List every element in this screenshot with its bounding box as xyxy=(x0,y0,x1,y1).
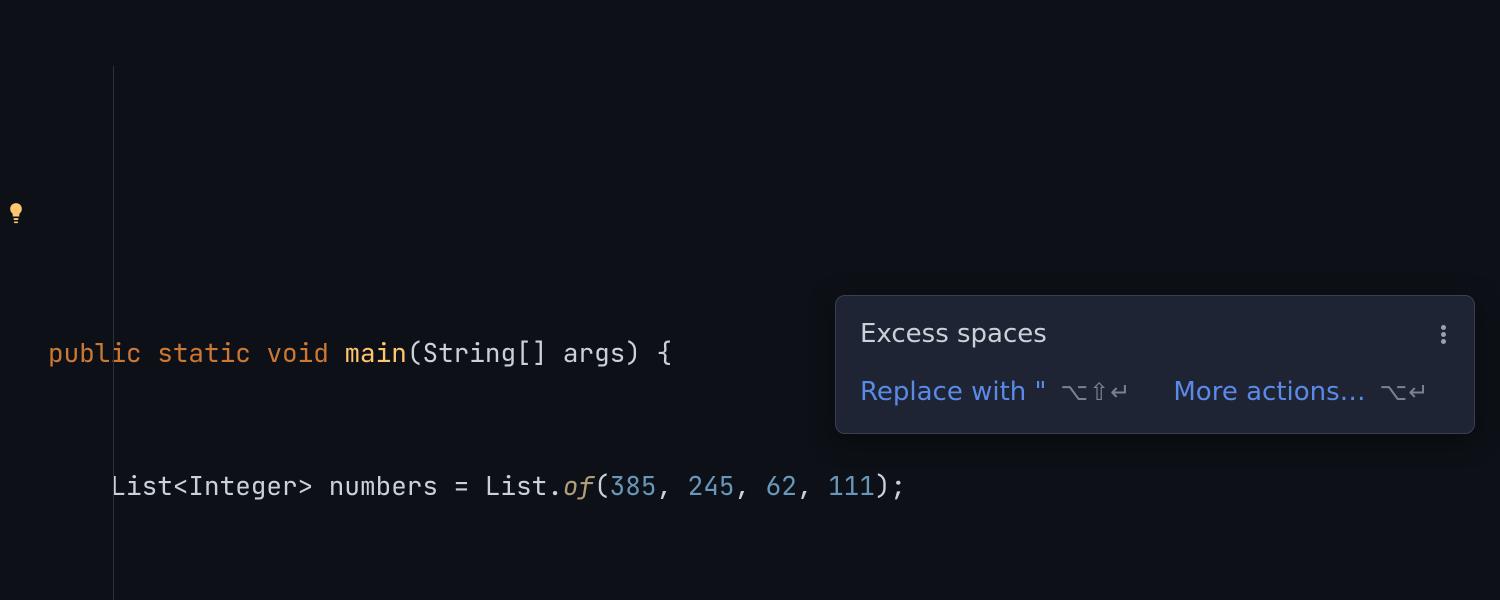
shortcut-text: ⌥↵ xyxy=(1380,376,1430,410)
punct: ( xyxy=(407,335,423,370)
replace-action[interactable]: Replace with " ⌥⇧↵ xyxy=(860,374,1131,410)
more-actions[interactable]: More actions… ⌥↵ xyxy=(1173,374,1429,410)
shortcut-text: ⌥⇧↵ xyxy=(1061,376,1132,410)
code-line[interactable]: List<String> fruit = Arrays.asList("pear… xyxy=(48,596,1500,600)
method-call: of xyxy=(563,468,594,503)
code-line[interactable]: List<Integer> numbers = List.of(385, 245… xyxy=(48,464,1500,508)
code-editor[interactable]: public static void main(String[] args) {… xyxy=(0,0,1500,600)
number: 245 xyxy=(688,468,735,503)
code-text: List<Integer> numbers = List. xyxy=(110,468,562,503)
popup-title: Excess spaces xyxy=(860,316,1047,352)
number: 111 xyxy=(828,468,875,503)
more-options-icon[interactable] xyxy=(1437,323,1450,346)
keyword: void xyxy=(266,335,328,370)
method-name: main xyxy=(344,335,406,370)
keyword: public xyxy=(48,335,142,370)
replace-label: Replace with " xyxy=(860,374,1047,410)
number: 385 xyxy=(610,468,657,503)
number: 62 xyxy=(766,468,797,503)
keyword: static xyxy=(157,335,251,370)
inspection-popup: Excess spaces Replace with " ⌥⇧↵ More ac… xyxy=(835,295,1475,434)
params: String[] args xyxy=(422,335,625,370)
indent-guide xyxy=(113,66,114,600)
more-actions-label: More actions… xyxy=(1173,374,1365,410)
punct: ) { xyxy=(625,335,672,370)
lightbulb-icon[interactable] xyxy=(6,200,26,228)
